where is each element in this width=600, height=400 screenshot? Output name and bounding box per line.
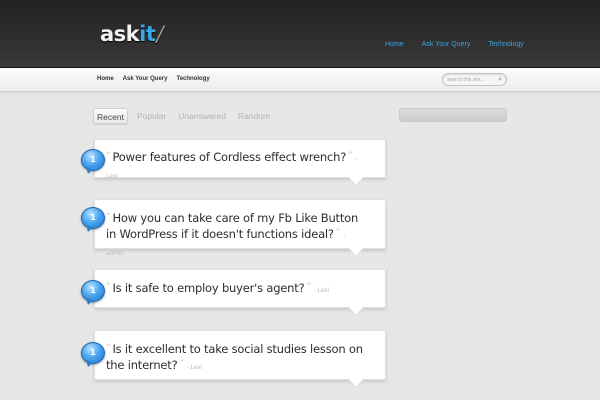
tab-popular[interactable]: Popular (134, 108, 169, 124)
logo-accent: it (139, 22, 156, 46)
question-text: “Power features of Cordless effect wrenc… (106, 149, 363, 184)
top-nav-technology[interactable]: Technology (488, 40, 523, 50)
question-text: “How you can take care of my Fb Like But… (106, 210, 363, 261)
secondary-nav: Home Ask Your Query Technology (97, 75, 219, 84)
top-nav-home[interactable]: Home (385, 40, 404, 50)
open-quote-icon: “ (106, 151, 111, 161)
secondary-nav-bar: Home Ask Your Query Technology ⌕ (0, 68, 600, 92)
question-bubble[interactable]: “Is it excellent to take social studies … (94, 330, 386, 380)
answer-count-badge: 1 (81, 280, 105, 302)
search-box: ⌕ (442, 73, 507, 86)
question-author[interactable]: Lexi (314, 287, 329, 294)
question-text: “Is it excellent to take social studies … (106, 341, 363, 375)
question-tabs: Recent Popular Unanswered Random (93, 108, 279, 124)
tab-random[interactable]: Random (235, 108, 273, 124)
close-quote-icon: ” (179, 359, 185, 369)
close-quote-icon: ” (335, 228, 341, 238)
top-nav-ask-your-query[interactable]: Ask Your Query (422, 40, 471, 50)
magnifier-icon[interactable]: ⌕ (498, 76, 502, 84)
question-bubble[interactable]: “Is it safe to employ buyer's agent?”Lex… (94, 269, 386, 308)
open-quote-icon: “ (106, 282, 111, 292)
open-quote-icon: “ (106, 343, 111, 353)
answer-count-badge: 1 (81, 342, 105, 364)
close-quote-icon: ” (348, 151, 353, 161)
tab-unanswered[interactable]: Unanswered (175, 108, 229, 124)
answer-count-badge: 1 (81, 207, 105, 229)
search-input[interactable] (447, 76, 495, 84)
logo-text: ask (100, 22, 140, 46)
question-title[interactable]: Power features of Cordless effect wrench… (112, 150, 346, 164)
site-header: askit/ Home Ask Your Query Technology (0, 0, 600, 68)
logo-mark: / (156, 22, 163, 46)
question-text: “Is it safe to employ buyer's agent?”Lex… (106, 280, 363, 298)
question-bubble[interactable]: “How you can take care of my Fb Like But… (94, 199, 386, 257)
close-quote-icon: ” (306, 282, 311, 292)
open-quote-icon: “ (106, 212, 111, 222)
question-bubble[interactable]: “Power features of Cordless effect wrenc… (94, 139, 386, 180)
question-author[interactable]: Lexi (187, 364, 202, 371)
tab-recent[interactable]: Recent (93, 108, 128, 124)
question-title[interactable]: Is it excellent to take social studies l… (106, 342, 363, 372)
sub-nav-home[interactable]: Home (97, 75, 114, 84)
site-logo[interactable]: askit/ (100, 22, 163, 46)
top-nav: Home Ask Your Query Technology (385, 40, 542, 50)
sub-nav-ask-your-query[interactable]: Ask Your Query (123, 75, 168, 84)
sidebar-widget (399, 108, 507, 122)
question-title[interactable]: How you can take care of my Fb Like Butt… (106, 211, 358, 241)
answer-count-badge: 1 (81, 149, 105, 171)
question-title[interactable]: Is it safe to employ buyer's agent? (112, 281, 304, 295)
sub-nav-technology[interactable]: Technology (176, 75, 209, 84)
